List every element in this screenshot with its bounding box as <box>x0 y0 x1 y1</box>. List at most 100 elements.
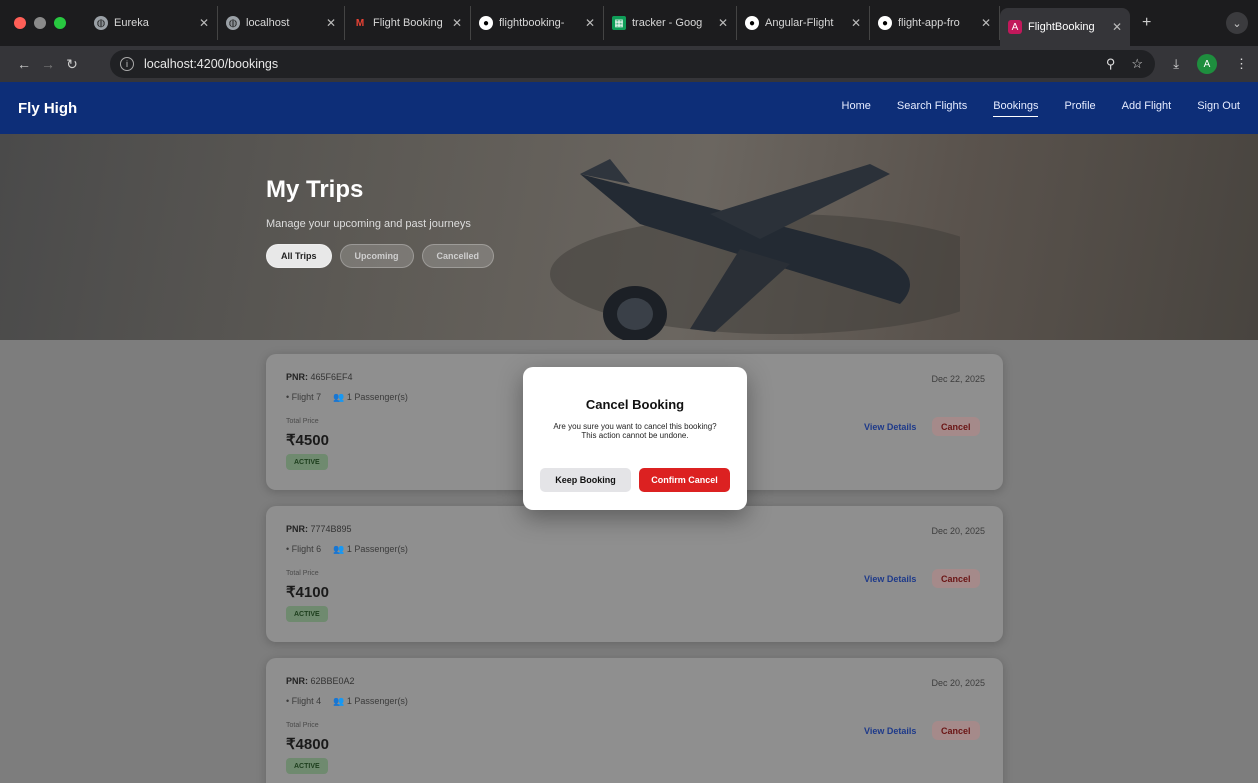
status-badge: ACTIVE <box>286 454 328 470</box>
pnr-line: PNR: 62BBE0A2 <box>286 676 355 686</box>
pnr-line: PNR: 7774B895 <box>286 524 352 534</box>
price-label: Total Price <box>286 418 319 425</box>
passengers-text: 1 Passenger(s) <box>346 544 408 554</box>
browser-tab[interactable]: ● flightbooking- ✕ <box>471 6 604 40</box>
address-bar-row: ← → ↻ i localhost:4200/bookings ⚲ ☆ ⤓ A ⋮ <box>0 46 1258 82</box>
reload-icon[interactable]: ↻ <box>60 56 84 73</box>
nav-home[interactable]: Home <box>842 100 871 117</box>
browser-tab[interactable]: ● flight-app-fro ✕ <box>870 6 1000 40</box>
nav-sign-out[interactable]: Sign Out <box>1197 100 1240 117</box>
hero-banner: My Trips Manage your upcoming and past j… <box>0 134 1258 340</box>
view-details-link[interactable]: View Details <box>864 574 916 584</box>
menu-kebab-icon[interactable]: ⋮ <box>1235 56 1248 72</box>
total-price: ₹4800 <box>286 736 329 753</box>
airplane-image <box>550 159 960 340</box>
pnr-value: 62BBE0A2 <box>310 676 355 686</box>
passenger-icon: 👥 <box>333 696 345 706</box>
close-tab-icon[interactable]: ✕ <box>326 16 336 30</box>
nav-search-flights[interactable]: Search Flights <box>897 100 967 117</box>
status-badge: ACTIVE <box>286 606 328 622</box>
dialog-title: Cancel Booking <box>585 397 685 412</box>
window-controls <box>14 17 86 29</box>
browser-tab-active[interactable]: A FlightBooking ✕ <box>1000 8 1130 46</box>
pnr-line: PNR: 465F6EF4 <box>286 372 353 382</box>
close-tab-icon[interactable]: ✕ <box>199 16 209 30</box>
passengers-text: 1 Passenger(s) <box>346 392 408 402</box>
close-tab-icon[interactable]: ✕ <box>981 16 991 30</box>
forward-icon[interactable]: → <box>36 56 60 72</box>
cancel-button[interactable]: Cancel <box>932 721 980 740</box>
app-navbar: Fly High Home Search Flights Bookings Pr… <box>0 82 1258 134</box>
cancel-booking-dialog: Cancel Booking Are you sure you want to … <box>523 367 747 510</box>
cancel-button[interactable]: Cancel <box>932 417 980 436</box>
status-badge: ACTIVE <box>286 758 328 774</box>
price-label: Total Price <box>286 570 319 577</box>
close-tab-icon[interactable]: ✕ <box>452 16 462 30</box>
booking-date: Dec 20, 2025 <box>931 678 985 688</box>
close-window-button[interactable] <box>14 17 26 29</box>
download-icon[interactable]: ⤓ <box>1173 56 1179 72</box>
nav-add-flight[interactable]: Add Flight <box>1122 100 1172 117</box>
price-label: Total Price <box>286 722 319 729</box>
pnr-label: PNR: <box>286 524 308 534</box>
github-icon: ● <box>479 16 493 30</box>
minimize-window-button[interactable] <box>34 17 46 29</box>
close-tab-icon[interactable]: ✕ <box>1112 20 1122 34</box>
back-icon[interactable]: ← <box>12 56 36 72</box>
filter-cancelled[interactable]: Cancelled <box>421 244 495 268</box>
keep-booking-button[interactable]: Keep Booking <box>540 468 631 492</box>
github-icon: ● <box>878 16 892 30</box>
flight-number: • Flight 6 <box>286 544 322 554</box>
gmail-icon: M <box>355 17 365 29</box>
close-tab-icon[interactable]: ✕ <box>851 16 861 30</box>
browser-tab-bar: ◍ Eureka ✕ ◍ localhost ✕ M Flight Booking ✕… <box>0 0 1258 46</box>
dialog-warning: This action cannot be undone. <box>581 431 689 441</box>
dialog-message: Are you sure you want to cancel this boo… <box>553 422 717 431</box>
filter-upcoming[interactable]: Upcoming <box>339 244 414 268</box>
browser-tab[interactable]: ◍ Eureka ✕ <box>86 6 218 40</box>
view-details-link[interactable]: View Details <box>864 726 916 736</box>
nav-profile[interactable]: Profile <box>1064 100 1095 117</box>
site-info-icon[interactable]: i <box>120 57 134 71</box>
tab-search-icon[interactable]: ⌄ <box>1226 12 1248 34</box>
zoom-icon[interactable]: ⚲ <box>1106 56 1116 72</box>
maximize-window-button[interactable] <box>54 17 66 29</box>
browser-tab[interactable]: ▦ tracker - Goog ✕ <box>604 6 737 40</box>
flight-number: • Flight 7 <box>286 392 322 402</box>
globe-icon: ◍ <box>94 16 108 30</box>
booking-meta: • Flight 7 👥 1 Passenger(s) <box>286 392 408 403</box>
close-tab-icon[interactable]: ✕ <box>585 16 595 30</box>
pnr-label: PNR: <box>286 676 308 686</box>
page-title: My Trips <box>266 176 364 203</box>
sheets-icon: ▦ <box>612 16 626 30</box>
new-tab-icon[interactable]: + <box>1142 14 1151 32</box>
close-tab-icon[interactable]: ✕ <box>718 16 728 30</box>
browser-tab[interactable]: M Flight Booking ✕ <box>345 6 471 40</box>
pnr-value: 7774B895 <box>310 524 352 534</box>
filter-all-trips[interactable]: All Trips <box>266 244 332 268</box>
angular-icon: A <box>1008 20 1022 34</box>
brand-logo[interactable]: Fly High <box>18 100 77 117</box>
booking-meta: • Flight 6 👥 1 Passenger(s) <box>286 544 408 555</box>
total-price: ₹4100 <box>286 584 329 601</box>
browser-tab[interactable]: ● Angular-Flight ✕ <box>737 6 870 40</box>
browser-tab[interactable]: ◍ localhost ✕ <box>218 6 345 40</box>
cancel-button[interactable]: Cancel <box>932 569 980 588</box>
passenger-icon: 👥 <box>333 392 345 402</box>
bookmark-star-icon[interactable]: ☆ <box>1131 56 1143 72</box>
github-icon: ● <box>745 16 759 30</box>
booking-card: PNR: 62BBE0A2 • Flight 4 👥 1 Passenger(s)… <box>266 658 1003 783</box>
pnr-label: PNR: <box>286 372 308 382</box>
profile-avatar[interactable]: A <box>1197 54 1217 74</box>
page-viewport: Fly High Home Search Flights Bookings Pr… <box>0 82 1258 783</box>
confirm-cancel-button[interactable]: Confirm Cancel <box>639 468 730 492</box>
url-input[interactable]: i localhost:4200/bookings ⚲ ☆ <box>110 50 1155 78</box>
url-text: localhost:4200/bookings <box>144 57 279 71</box>
passengers: 👥 1 Passenger(s) <box>333 544 408 555</box>
view-details-link[interactable]: View Details <box>864 422 916 432</box>
pnr-value: 465F6EF4 <box>310 372 353 382</box>
passenger-icon: 👥 <box>333 544 345 554</box>
total-price: ₹4500 <box>286 432 329 449</box>
nav-bookings[interactable]: Bookings <box>993 100 1039 117</box>
booking-date: Dec 22, 2025 <box>931 374 985 384</box>
